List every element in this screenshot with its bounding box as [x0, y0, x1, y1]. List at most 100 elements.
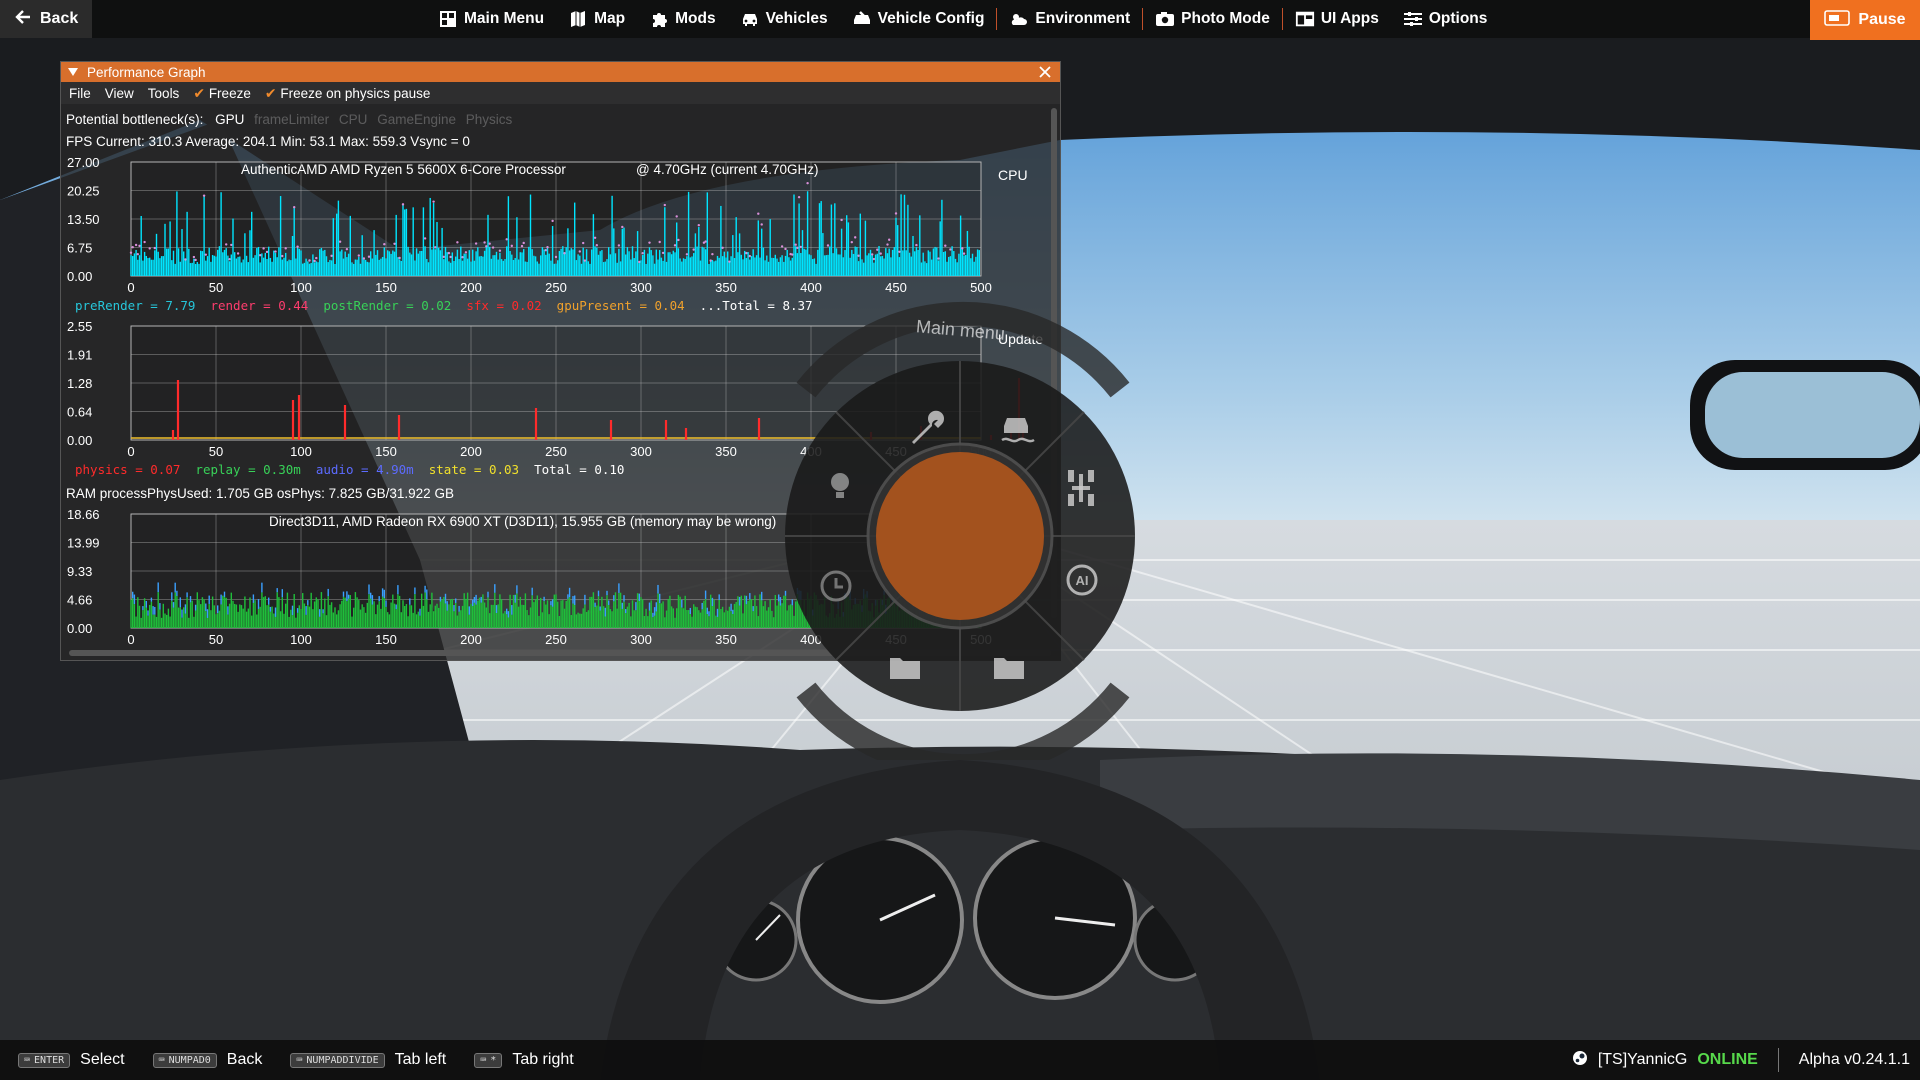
x-tick-label: 500	[970, 280, 992, 292]
cpu-frequency: @ 4.70GHz (current 4.70GHz)	[636, 162, 819, 177]
menu-file[interactable]: File	[69, 86, 91, 101]
window-title-bar[interactable]: Performance Graph	[61, 62, 1060, 82]
hint-label: Tab left	[394, 1051, 447, 1068]
legend-entry: preRender = 7.79	[75, 298, 210, 313]
y-tick-label: 6.75	[67, 241, 92, 256]
legend-entry: audio = 4.90m	[316, 462, 429, 477]
legend-value: 0.04	[654, 298, 700, 313]
legend-value: 0.02	[421, 298, 467, 313]
bottleneck-active: GPU	[215, 112, 245, 127]
nav-mods[interactable]: Mods	[637, 0, 727, 38]
nav-label: Environment	[1035, 10, 1131, 27]
x-tick-label: 0	[127, 632, 134, 644]
hint-select[interactable]: ⌨ ENTER Select	[18, 1051, 125, 1069]
keyboard-icon: ⌨	[158, 1054, 165, 1066]
keyboard-icon: ⌨	[480, 1054, 487, 1066]
legend-label: preRender =	[75, 298, 166, 313]
folder-save-icon[interactable]	[994, 658, 1024, 679]
ram-line: RAM processPhysUsed: 1.705 GB osPhys: 7.…	[66, 486, 454, 501]
bottleneck-inactive: GameEngine	[377, 112, 456, 127]
svg-text:AI: AI	[1076, 573, 1089, 588]
x-tick-label: 50	[209, 632, 223, 644]
bottleneck-line: Potential bottleneck(s): GPU frameLimite…	[66, 112, 512, 127]
fps-line: FPS Current: 310.3 Average: 204.1 Min: 5…	[66, 134, 470, 149]
x-tick-label: 0	[127, 280, 134, 292]
y-tick-label: 1.91	[67, 348, 92, 363]
y-tick-label: 1.28	[67, 376, 92, 391]
x-tick-label: 300	[630, 632, 652, 644]
checkmark-icon: ✔	[264, 84, 277, 101]
legend-label: sfx =	[466, 298, 512, 313]
legend-value: 4.90m	[376, 462, 429, 477]
x-tick-label: 350	[715, 280, 737, 292]
legend-label: postRender =	[323, 298, 422, 313]
y-tick-label: 9.33	[67, 564, 92, 579]
nav-ui-apps[interactable]: UI Apps	[1283, 0, 1391, 38]
bottleneck-label: Potential bottleneck(s):	[66, 112, 204, 127]
divider	[1777, 1048, 1779, 1072]
freeze-physics-toggle[interactable]: ✔ Freeze on physics pause	[265, 85, 431, 102]
key-badge: ⌨ *	[474, 1052, 503, 1068]
x-tick-label: 200	[460, 632, 482, 644]
radial-center[interactable]	[876, 452, 1044, 620]
y-tick-label: 13.50	[67, 212, 100, 227]
nav-vehicle-config[interactable]: Vehicle Config	[840, 0, 997, 38]
y-tick-label: 18.66	[67, 507, 100, 522]
pause-button[interactable]: Pause	[1810, 0, 1920, 40]
cpu-legend: preRender = 7.79 render = 0.44 postRende…	[75, 298, 828, 313]
grid-icon	[438, 9, 458, 29]
hint-tab-right[interactable]: ⌨ * Tab right	[474, 1051, 574, 1069]
bottleneck-inactive: CPU	[338, 112, 368, 127]
puzzle-icon	[649, 9, 669, 29]
folder-icon[interactable]	[890, 658, 920, 679]
top-menu-bar: Back Main Menu Map Mods Vehicles Vehicle…	[0, 0, 1920, 40]
legend-entry: render = 0.44	[210, 298, 323, 313]
x-tick-label: 150	[375, 444, 397, 456]
back-button[interactable]: Back	[0, 0, 92, 38]
y-tick-label: 27.00	[67, 155, 100, 170]
menu-tools[interactable]: Tools	[148, 86, 180, 101]
x-tick-label: 400	[800, 280, 822, 292]
nav-photo-mode[interactable]: Photo Mode	[1143, 0, 1282, 38]
nav-vehicles[interactable]: Vehicles	[728, 0, 840, 38]
back-label: Back	[40, 10, 79, 27]
bottom-hint-bar: ⌨ ENTER Select ⌨ NUMPAD0 Back ⌨ NUMPADDIVID…	[0, 1040, 1920, 1080]
x-tick-label: 250	[545, 280, 567, 292]
x-tick-label: 150	[375, 632, 397, 644]
nav-main-menu[interactable]: Main Menu	[426, 0, 556, 38]
legend-label: render =	[210, 298, 279, 313]
legend-entry: state = 0.03	[429, 462, 534, 477]
x-tick-label: 350	[715, 632, 737, 644]
freeze-label: Freeze	[208, 85, 251, 101]
nav-options[interactable]: Options	[1391, 0, 1500, 38]
bottleneck-inactive: frameLimiter	[254, 112, 330, 127]
nav-map[interactable]: Map	[556, 0, 637, 38]
collapse-triangle-icon[interactable]	[67, 65, 79, 80]
freeze-toggle[interactable]: ✔ Freeze	[193, 85, 251, 102]
x-tick-label: 0	[127, 444, 134, 456]
close-icon[interactable]	[1036, 63, 1054, 81]
hint-label: Back	[226, 1051, 263, 1068]
hint-tab-left[interactable]: ⌨ NUMPADDIVIDE Tab left	[290, 1051, 446, 1069]
version-label: Alpha v0.24.1.1	[1798, 1051, 1910, 1068]
key-badge: ⌨ ENTER	[18, 1052, 71, 1068]
legend-value: 0.07	[150, 462, 196, 477]
legend-entry: replay = 0.30m	[195, 462, 315, 477]
nav-environment[interactable]: Environment	[997, 0, 1142, 38]
graph-side-label: CPU	[998, 167, 1028, 183]
nav-label: Map	[594, 10, 626, 27]
y-tick-label: 4.66	[67, 593, 92, 608]
legend-label: audio =	[315, 462, 377, 477]
pause-label: Pause	[1858, 11, 1906, 28]
legend-value: 0.03	[488, 462, 535, 477]
nav-label: Vehicles	[765, 10, 828, 27]
username[interactable]: [TS]YannicG	[1598, 1051, 1688, 1069]
nav-label: UI Apps	[1320, 10, 1379, 27]
menu-view[interactable]: View	[105, 86, 134, 101]
window-menu-bar: File View Tools ✔ Freeze ✔ Freeze on phy…	[61, 82, 1060, 104]
checkmark-icon: ✔	[193, 84, 206, 101]
bottleneck-inactive: Physics	[465, 112, 513, 127]
radial-main-menu: Main menu AI	[785, 301, 1135, 760]
camera-icon	[1155, 9, 1175, 29]
hint-back[interactable]: ⌨ NUMPAD0 Back	[152, 1051, 263, 1069]
